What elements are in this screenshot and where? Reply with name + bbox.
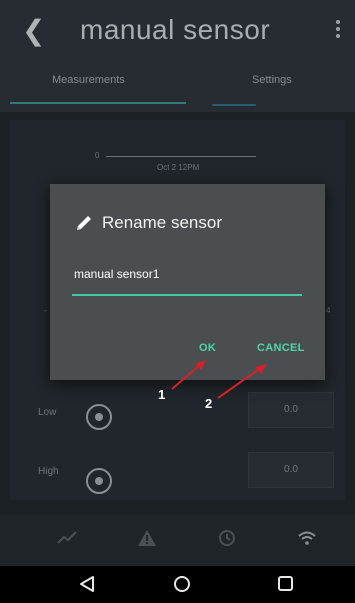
- warning-icon[interactable]: [136, 527, 158, 549]
- chart-right-mark: 4: [326, 306, 331, 315]
- pencil-icon: [77, 216, 91, 230]
- annotation-label-1: 1: [158, 387, 166, 402]
- tab-indicator-secondary: [212, 104, 256, 106]
- sensor-name-input[interactable]: [72, 262, 302, 296]
- dialog-title: Rename sensor: [102, 213, 223, 232]
- system-back-icon[interactable]: [78, 575, 96, 593]
- wifi-icon[interactable]: [296, 527, 318, 549]
- system-home-icon[interactable]: [174, 576, 190, 592]
- high-label: High: [38, 466, 59, 477]
- chart-zero-label: 0: [95, 151, 100, 160]
- dialog-header: Rename sensor: [74, 211, 222, 235]
- tab-measurements[interactable]: Measurements: [52, 74, 125, 86]
- high-radio[interactable]: [86, 468, 112, 494]
- page-title: manual sensor: [80, 14, 271, 45]
- tab-settings[interactable]: Settings: [252, 74, 292, 86]
- chart-axis-line: [106, 156, 256, 157]
- ok-button[interactable]: OK: [199, 342, 216, 354]
- more-options-icon[interactable]: [334, 20, 342, 42]
- high-value-field[interactable]: 0.0: [248, 452, 334, 488]
- back-arrow-icon[interactable]: ❮: [22, 16, 52, 46]
- chart-date-label: Oct 2 12PM: [157, 163, 200, 172]
- history-icon[interactable]: [216, 527, 238, 549]
- cancel-button[interactable]: CANCEL: [257, 342, 305, 354]
- low-label: Low: [38, 407, 57, 418]
- low-value-field[interactable]: 0.0: [248, 392, 334, 428]
- rename-dialog: Rename sensor OK CANCEL: [50, 184, 325, 380]
- chart-icon[interactable]: [56, 527, 78, 549]
- app-bar: ❮ manual sensor Measurements Settings: [0, 0, 355, 112]
- tab-indicator: [10, 102, 186, 104]
- low-radio[interactable]: [86, 404, 112, 430]
- annotation-label-2: 2: [205, 396, 213, 411]
- chart-left-mark: -: [44, 306, 47, 315]
- system-recents-icon[interactable]: [278, 576, 293, 591]
